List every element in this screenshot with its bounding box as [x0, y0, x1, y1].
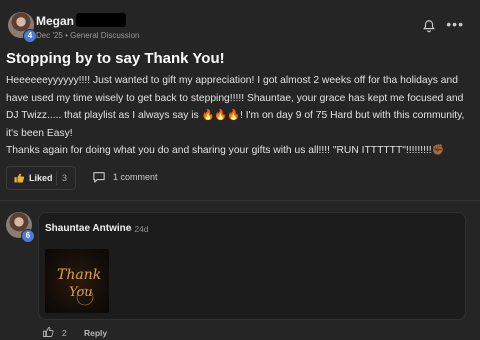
author-level-badge: 4 — [23, 29, 37, 43]
thumbs-up-icon — [14, 173, 25, 183]
redaction-bar — [76, 13, 126, 27]
thank-you-script: Thank You — [57, 267, 101, 306]
like-separator — [56, 171, 57, 185]
post-body-paragraph-2: Thanks again for doing what you do and s… — [6, 145, 445, 156]
author-name[interactable]: Megan — [36, 14, 74, 28]
post-title: Stopping by to say Thank You! — [6, 50, 225, 67]
like-count[interactable]: 3 — [62, 173, 67, 183]
comment-bubble-icon — [93, 172, 105, 183]
comment-count-label: 1 comment — [113, 172, 158, 182]
reply-button[interactable]: Reply — [84, 328, 107, 338]
comment-time: • 24d — [129, 224, 149, 234]
bell-icon[interactable] — [422, 19, 436, 33]
thank-you-image[interactable]: Thank You — [45, 249, 109, 313]
post-body-paragraph-1: Heeeeeeyyyyyy!!!! Just wanted to gift my… — [6, 75, 465, 139]
post-body: Heeeeeeyyyyyy!!!! Just wanted to gift my… — [6, 72, 472, 160]
image-text-thank: Thank — [57, 267, 101, 283]
commenter-level-badge: 6 — [21, 229, 35, 243]
section-divider — [0, 200, 480, 201]
like-label: Liked — [29, 173, 53, 183]
comment-card: Shauntae Antwine • 24d Thank You — [38, 212, 466, 320]
commenter-name[interactable]: Shauntae Antwine — [45, 223, 131, 234]
post-meta: Dec '25 • General Discussion — [36, 31, 140, 40]
more-icon[interactable]: ••• — [446, 16, 464, 32]
comment-like-count: 2 — [62, 328, 67, 338]
image-text-you: You — [69, 285, 93, 300]
like-button[interactable]: Liked 3 — [6, 166, 76, 190]
comment-thumbs-up-icon[interactable] — [42, 326, 54, 338]
post-header: 4 Megan Dec '25 • General Discussion ••• — [6, 10, 474, 44]
